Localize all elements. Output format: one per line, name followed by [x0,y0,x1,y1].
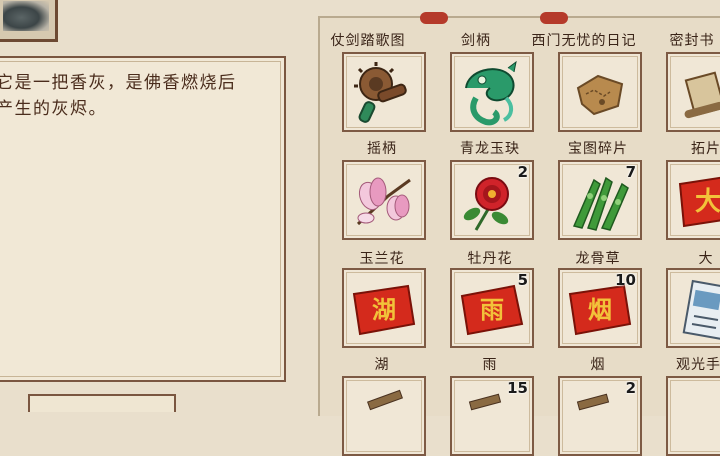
description-panel: 它是一把香灰，是佛香燃烧后 产生的灰烬。 [0,56,286,382]
inventory-slot[interactable] [666,52,720,132]
card-glyph: 湖 [372,296,396,324]
inventory-slot[interactable]: 15 [450,376,534,456]
magnolia-icon [356,177,411,226]
item-label: 湖 [374,357,390,373]
inventory-slot[interactable] [342,52,426,132]
item-label: 玉兰花 [359,251,405,267]
item-label: 摇柄 [367,141,397,157]
item-label: 观光手册 [676,357,720,373]
inventory-slot[interactable] [342,160,426,240]
inventory-slot[interactable] [342,376,426,456]
decoration-icon [420,12,448,24]
inventory-slot[interactable]: 7 [558,160,642,240]
item-icon [672,382,720,454]
item-label: 密封书 [669,33,715,49]
card-glyph: 雨 [480,296,504,324]
item-label: 青龙玉玦 [460,141,520,157]
item-count: 5 [517,271,528,289]
inventory-slot[interactable] [558,52,642,132]
item-label: 西门无忧的日记 [531,33,637,49]
brochure-icon [682,279,720,341]
inventory-slot[interactable]: 烟 10 [558,268,642,348]
jade-dragon-icon [465,60,517,126]
card-glyph: 烟 [588,296,612,324]
item-label: 大 [698,251,714,267]
item-label: 宝图碎片 [568,141,628,157]
card-glyph: 大 [695,187,720,217]
item-count: 7 [625,163,636,181]
red-card-icon: 湖 [352,284,416,336]
inventory-slot[interactable] [666,268,720,348]
crank-icon [354,62,407,123]
item-count: 2 [517,163,528,181]
inventory-grid: 仗剑踏歌图 剑柄 西门无忧的日记 密封书 摇柄 青龙玉玦 宝图碎片 拓片 玉兰花… [318,12,720,456]
item-count: 15 [507,379,528,397]
inventory-slot[interactable] [450,52,534,132]
item-description: 它是一把香灰，是佛香燃烧后 产生的灰烬。 [0,73,237,119]
bottom-tab[interactable] [28,394,176,412]
item-label: 烟 [590,357,606,373]
scroll-icon [684,71,720,119]
thumbnail-frame[interactable] [0,0,58,42]
wood-icon [367,389,403,411]
map-fragment-icon [576,74,624,116]
item-label: 仗剑踏歌图 [330,33,406,49]
inventory-slot[interactable]: 2 [558,376,642,456]
item-count: 10 [615,271,636,289]
inventory-slot[interactable]: 湖 [342,268,426,348]
decoration-icon [540,12,568,24]
item-label: 雨 [482,357,498,373]
inventory-slot[interactable]: 雨 5 [450,268,534,348]
item-label: 牡丹花 [467,251,513,267]
item-count: 2 [625,379,636,397]
inventory-slot[interactable]: 2 [450,160,534,240]
item-label: 剑柄 [461,33,491,49]
red-card-icon: 大 [678,176,720,228]
item-label: 拓片 [691,141,720,157]
inventory-slot[interactable]: 大 [666,160,720,240]
inventory-slot[interactable] [666,376,720,456]
ash-thumbnail-icon [3,1,49,31]
item-label: 龙骨草 [575,251,621,267]
